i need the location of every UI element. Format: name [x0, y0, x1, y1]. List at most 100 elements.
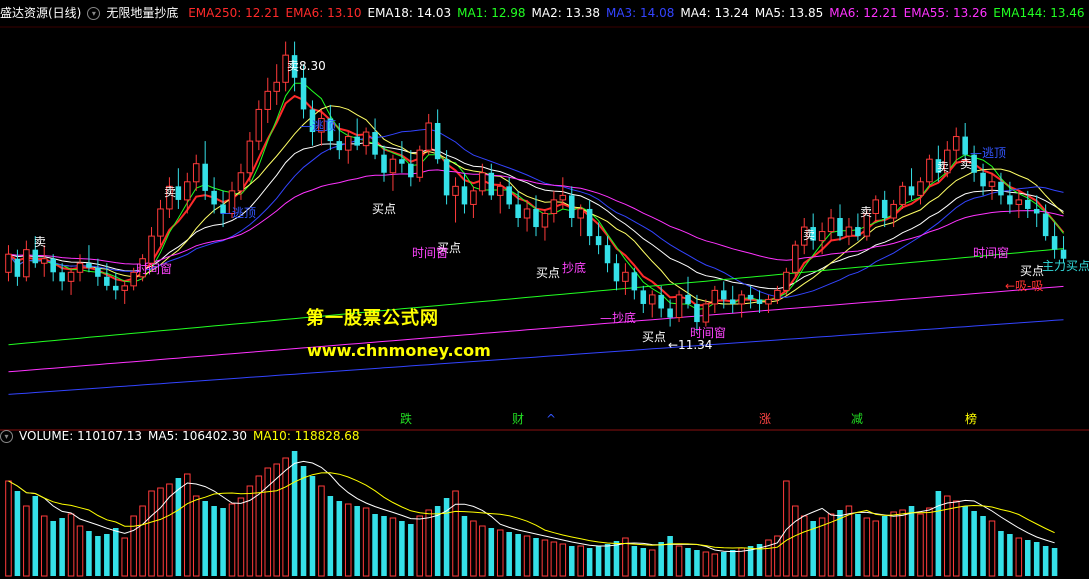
- buy-point: 买点: [1020, 264, 1044, 278]
- volume-bar-down: [354, 506, 360, 576]
- volume-bar-down: [461, 516, 468, 576]
- volume-bar-up: [148, 490, 155, 577]
- candle-body-up: [470, 190, 477, 205]
- volume-values: VOLUME: 110107.13 MA5: 106402.30 MA10: 118…: [19, 429, 366, 443]
- volume-bar-up: [166, 483, 173, 577]
- candle-body-up: [76, 262, 84, 273]
- volume-bar-up: [926, 507, 933, 577]
- volume-bar-down: [586, 548, 593, 576]
- candle-body-down: [300, 77, 307, 110]
- volume-bar-down: [962, 506, 968, 576]
- volume-bar-down: [935, 491, 942, 576]
- volume-bar-up: [738, 547, 745, 577]
- volume-bar-up: [917, 513, 924, 577]
- watermark-url: www.chnmoney.com: [307, 341, 491, 360]
- candle-body-down: [336, 141, 343, 151]
- candle-body-down: [86, 263, 92, 268]
- sell-label: 卖: [34, 235, 46, 249]
- candle-body-down: [372, 132, 378, 155]
- absorb-label: ←吸-吸: [1005, 279, 1043, 293]
- candle-body-down: [1024, 199, 1031, 209]
- volume-bar-down: [604, 544, 611, 576]
- candle-body-down: [837, 218, 843, 237]
- candle-body-down: [175, 186, 182, 200]
- volume-bar-down: [515, 534, 521, 576]
- volume-bar-down: [381, 516, 387, 576]
- candle-body-down: [747, 294, 754, 300]
- candle-body-down: [354, 136, 360, 146]
- candle-body-up: [818, 231, 826, 242]
- sell-label: 卖: [803, 228, 815, 242]
- volume-bar-down: [14, 491, 21, 576]
- volume-bar-up: [800, 515, 808, 577]
- footer-marker: ^: [546, 412, 556, 426]
- footer-marker: 跌: [400, 411, 412, 426]
- candle-body-up: [255, 108, 263, 142]
- volume-bar-down: [613, 541, 620, 576]
- volume-bar-down: [86, 531, 92, 576]
- candle-body-down: [667, 308, 673, 318]
- candle-body-up: [890, 203, 897, 219]
- main-force-buy: 主力买点: [1042, 259, 1089, 273]
- candle-body-up: [23, 249, 30, 278]
- sell-label: 卖8.30: [287, 59, 326, 73]
- candle-body-down: [211, 190, 217, 205]
- volume-item-volume: VOLUME:: [19, 429, 74, 443]
- candle-body-down: [568, 195, 575, 218]
- volume-bar-down: [694, 550, 700, 576]
- ema288-line: [8, 319, 1064, 395]
- candle-body-down: [756, 299, 763, 304]
- candle-body-down: [604, 245, 611, 264]
- volume-bar-up: [1015, 537, 1023, 577]
- volume-bar-up: [648, 549, 656, 577]
- volume-bar-up: [184, 473, 191, 577]
- time-window: 时间窗: [136, 262, 172, 276]
- candle-body-down: [506, 186, 512, 205]
- candle-body-up: [845, 226, 853, 237]
- volume-bar-down: [729, 550, 736, 576]
- volume-bar-down: [855, 514, 861, 576]
- volume-bar-up: [944, 495, 951, 577]
- volume-bar-down: [1033, 542, 1040, 576]
- price-volume-chart[interactable]: 卖卖8.30卖卖卖卖 卖—逃顶—逃顶—逃顶买点买点买点买点买点时间窗时间窗时间窗时…: [0, 0, 1089, 579]
- volume-bar-down: [881, 516, 888, 576]
- watermark-title: 第一股票公式网: [306, 308, 439, 329]
- volume-bar-down: [488, 528, 495, 576]
- volume-bar-up: [872, 520, 880, 577]
- candle-body-up: [5, 253, 12, 273]
- volume-bar-up: [282, 457, 289, 577]
- volume-bar-up: [255, 475, 263, 577]
- buy-point: 买点: [536, 266, 560, 280]
- candle-body-up: [344, 136, 352, 151]
- volume-bar-up: [792, 505, 799, 577]
- candle-body-down: [980, 172, 986, 187]
- footer-marker: 涨: [759, 411, 771, 426]
- volume-bar-down: [980, 516, 986, 576]
- volume-item-value: 106402.30: [178, 429, 247, 443]
- volume-header: ▾ VOLUME: 110107.13 MA5: 106402.30 MA10: 11…: [0, 428, 1089, 444]
- candle-body-up: [622, 271, 629, 282]
- volume-bar-up: [845, 505, 853, 577]
- volume-dropdown-icon[interactable]: ▾: [0, 430, 13, 443]
- buy-point: 买点: [372, 202, 396, 216]
- ema250-line: [8, 285, 1064, 373]
- candle-body-up: [738, 294, 745, 305]
- candle-body-down: [488, 172, 495, 196]
- volume-bar-down: [202, 501, 208, 576]
- candle-body-up: [425, 122, 432, 151]
- candle-body-down: [533, 208, 539, 228]
- candle-body-up: [988, 181, 996, 187]
- candle-body-up: [192, 163, 200, 183]
- volume-bar-up: [523, 535, 531, 577]
- low-marker: ←11.34: [668, 338, 712, 352]
- candle-body-down: [658, 294, 664, 309]
- candle-body-down: [104, 276, 110, 286]
- volume-bar-up: [139, 505, 146, 577]
- volume-bar-up: [863, 517, 871, 577]
- volume-bar-up: [496, 529, 504, 577]
- candle-body-down: [112, 285, 119, 291]
- volume-bar-up: [318, 485, 325, 577]
- time-window: 时间窗: [412, 246, 448, 260]
- candle-body-up: [917, 181, 924, 196]
- volume-bar-down: [309, 476, 316, 576]
